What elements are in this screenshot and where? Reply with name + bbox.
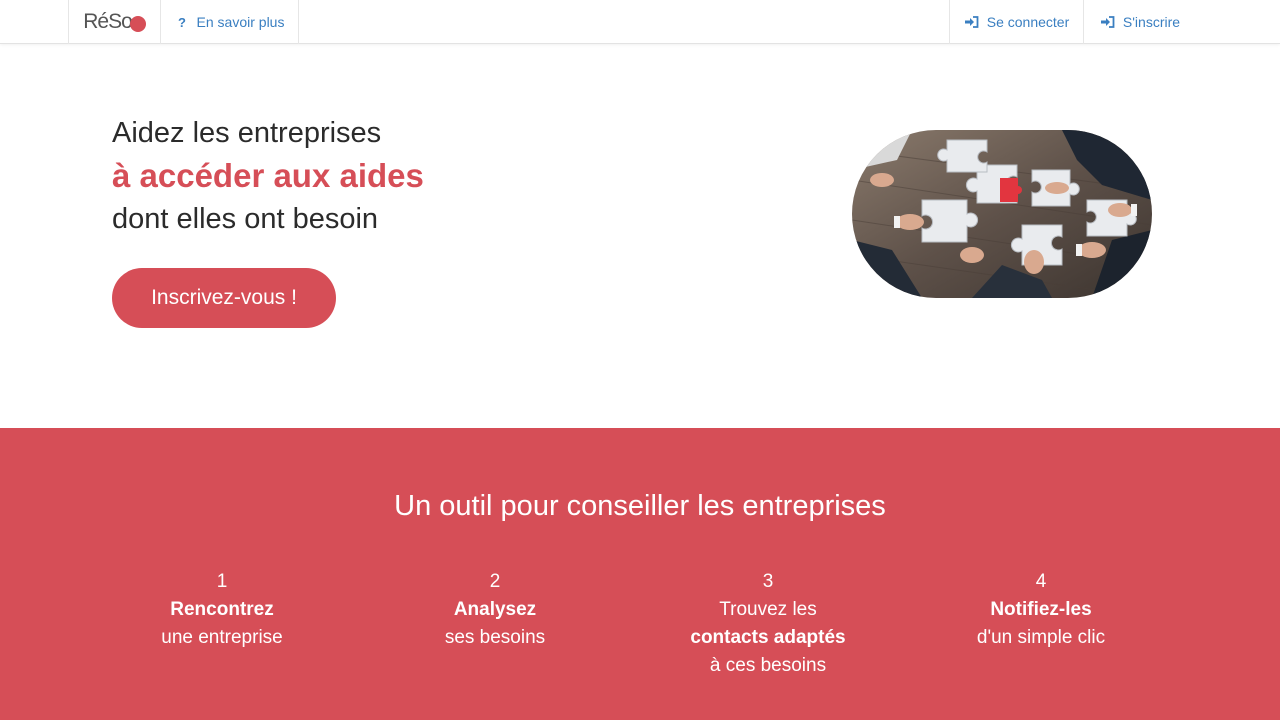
step-title: Notifiez-les xyxy=(990,599,1092,620)
features-title: Un outil pour conseiller les entreprises xyxy=(394,490,886,522)
hero-heading: Aidez les entreprises à accéder aux aide… xyxy=(112,112,424,240)
signup-label: S'inscrire xyxy=(1122,14,1181,30)
learn-more-link[interactable]: ? En savoir plus xyxy=(175,14,285,30)
step-number: 4 xyxy=(1035,571,1047,592)
step-4: 4 Notifiez-les d'un simple clic xyxy=(911,568,1171,652)
nav-login-cell: Se connecter xyxy=(949,0,1084,44)
puzzle-illustration xyxy=(852,130,1152,298)
nav-signup-cell: S'inscrire xyxy=(1083,0,1197,44)
step-title: contacts adaptés xyxy=(690,627,846,648)
puzzle-teamwork-image xyxy=(852,130,1152,298)
features-section: Un outil pour conseiller les entreprises… xyxy=(0,428,1280,720)
logo-cell[interactable]: RéSo xyxy=(68,0,161,44)
learn-more-label: En savoir plus xyxy=(196,14,285,30)
svg-text:?: ? xyxy=(178,15,186,29)
login-label: Se connecter xyxy=(986,14,1070,30)
signup-cta-button[interactable]: Inscrivez-vous ! xyxy=(112,268,336,328)
nav-learn-more-cell: ? En savoir plus xyxy=(160,0,299,44)
step-number: 2 xyxy=(489,571,501,592)
logo-text: RéSo xyxy=(83,10,133,33)
sign-in-icon xyxy=(964,15,979,29)
step-description: une entreprise xyxy=(161,627,283,648)
step-3: 3 Trouvez les contacts adaptés à ces bes… xyxy=(638,568,898,680)
signup-link[interactable]: S'inscrire xyxy=(1100,14,1181,30)
hero-line-2: à accéder aux aides xyxy=(112,157,424,194)
hero-line-3: dont elles ont besoin xyxy=(112,203,379,235)
sign-in-icon xyxy=(1100,15,1115,29)
logo[interactable]: RéSo xyxy=(83,10,146,34)
step-number: 3 xyxy=(762,571,774,592)
navbar: RéSo ? En savoir plus Se connecter S'ins… xyxy=(0,0,1280,44)
step-title: Analysez xyxy=(453,599,537,620)
step-description: ses besoins xyxy=(444,627,546,648)
logo-badge xyxy=(129,16,146,32)
step-description: d'un simple clic xyxy=(976,627,1106,648)
hero-line-1: Aidez les entreprises xyxy=(112,117,382,149)
step-title: Rencontrez xyxy=(170,599,274,620)
login-link[interactable]: Se connecter xyxy=(964,14,1070,30)
step-2: 2 Analysez ses besoins xyxy=(365,568,625,652)
step-description: Trouvez les xyxy=(719,599,817,620)
step-number: 1 xyxy=(216,571,228,592)
step-description: à ces besoins xyxy=(709,655,827,676)
question-icon: ? xyxy=(175,15,189,29)
step-1: 1 Rencontrez une entreprise xyxy=(92,568,352,652)
